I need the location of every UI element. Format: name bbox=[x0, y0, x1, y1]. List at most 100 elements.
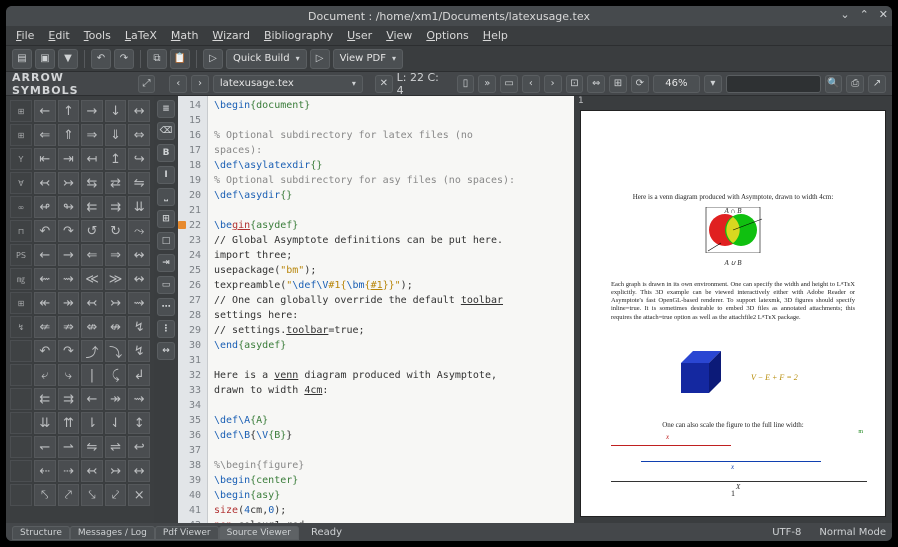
arrow-symbol-10-3[interactable]: ⤴ bbox=[81, 340, 103, 362]
arrow-symbol-13-4[interactable]: ⇃ bbox=[105, 412, 127, 434]
code-content[interactable]: \begin{document} % Optional subdirectory… bbox=[208, 96, 574, 523]
arrow-symbol-4-4[interactable]: ⇉ bbox=[105, 196, 127, 218]
arrow-symbol-12-5[interactable]: ⇝ bbox=[128, 388, 150, 410]
arrow-symbol-3-2[interactable]: ↣ bbox=[58, 172, 80, 194]
palette-category-15[interactable] bbox=[10, 460, 32, 482]
status-tab-messages-log[interactable]: Messages / Log bbox=[70, 526, 155, 540]
arrow-symbol-7-4[interactable]: ≫ bbox=[105, 268, 127, 290]
palette-category-11[interactable] bbox=[10, 364, 32, 386]
arrow-symbol-0-5[interactable]: ↔ bbox=[128, 100, 150, 122]
palette-category-13[interactable] bbox=[10, 412, 32, 434]
arrow-symbol-13-2[interactable]: ⇈ bbox=[58, 412, 80, 434]
quick-insert-0[interactable]: ≡ bbox=[157, 100, 175, 118]
arrow-symbol-0-1[interactable]: ← bbox=[34, 100, 56, 122]
arrow-symbol-0-2[interactable]: ↑ bbox=[58, 100, 80, 122]
preview-page-button[interactable]: ▭ bbox=[500, 75, 518, 93]
menu-tools[interactable]: Tools bbox=[84, 29, 111, 42]
arrow-symbol-16-2[interactable]: ⤤ bbox=[58, 484, 80, 506]
palette-category-6[interactable]: PS bbox=[10, 244, 32, 266]
quick-insert-1[interactable]: ⌫ bbox=[157, 122, 175, 140]
menu-bibliography[interactable]: Bibliography bbox=[264, 29, 333, 42]
arrow-symbol-9-4[interactable]: ↮ bbox=[105, 316, 127, 338]
arrow-symbol-13-1[interactable]: ⇊ bbox=[34, 412, 56, 434]
quick-insert-2[interactable]: B bbox=[157, 144, 175, 162]
arrow-symbol-4-3[interactable]: ⇇ bbox=[81, 196, 103, 218]
arrow-symbol-1-3[interactable]: ⇒ bbox=[81, 124, 103, 146]
palette-category-8[interactable]: ⊞ bbox=[10, 292, 32, 314]
quick-insert-11[interactable]: ↔ bbox=[157, 342, 175, 360]
menu-help[interactable]: Help bbox=[483, 29, 508, 42]
zoom-fit-button[interactable]: ⊡ bbox=[566, 75, 584, 93]
arrow-symbol-6-5[interactable]: ↭ bbox=[128, 244, 150, 266]
close-button[interactable]: ✕ bbox=[879, 8, 888, 21]
arrow-symbol-11-5[interactable]: ↲ bbox=[128, 364, 150, 386]
arrow-symbol-14-1[interactable]: ↽ bbox=[34, 436, 56, 458]
palette-category-5[interactable]: ⊓ bbox=[10, 220, 32, 242]
arrow-symbol-7-1[interactable]: ⇜ bbox=[34, 268, 56, 290]
open-file-button[interactable]: ▣ bbox=[35, 49, 55, 69]
menu-math[interactable]: Math bbox=[171, 29, 199, 42]
minimize-button[interactable]: ⌄ bbox=[840, 8, 849, 21]
menu-edit[interactable]: Edit bbox=[48, 29, 69, 42]
arrow-symbol-7-3[interactable]: ≪ bbox=[81, 268, 103, 290]
palette-category-9[interactable]: ↯ bbox=[10, 316, 32, 338]
arrow-symbol-4-5[interactable]: ⇊ bbox=[128, 196, 150, 218]
sync-button[interactable]: ⟳ bbox=[631, 75, 649, 93]
quick-insert-6[interactable]: □ bbox=[157, 232, 175, 250]
menu-user[interactable]: User bbox=[347, 29, 372, 42]
arrow-symbol-4-2[interactable]: ↬ bbox=[58, 196, 80, 218]
arrow-symbol-16-1[interactable]: ⤣ bbox=[34, 484, 56, 506]
palette-category-3[interactable]: ∀ bbox=[10, 172, 32, 194]
arrow-symbol-12-3[interactable]: ← bbox=[81, 388, 103, 410]
zoom-level[interactable]: 46% bbox=[653, 75, 700, 93]
quick-insert-8[interactable]: ▭ bbox=[157, 276, 175, 294]
menu-options[interactable]: Options bbox=[426, 29, 468, 42]
redo-button[interactable]: ↷ bbox=[114, 49, 134, 69]
nav-back-button[interactable]: ‹ bbox=[169, 75, 187, 93]
arrow-symbol-1-4[interactable]: ⇓ bbox=[105, 124, 127, 146]
arrow-symbol-15-2[interactable]: ⇢ bbox=[58, 460, 80, 482]
arrow-symbol-2-5[interactable]: ↪ bbox=[128, 148, 150, 170]
arrow-symbol-11-3[interactable]: | bbox=[81, 364, 103, 386]
arrow-symbol-2-4[interactable]: ↥ bbox=[105, 148, 127, 170]
arrow-symbol-3-4[interactable]: ⇄ bbox=[105, 172, 127, 194]
arrow-symbol-16-5[interactable]: × bbox=[128, 484, 150, 506]
palette-category-4[interactable]: ∞ bbox=[10, 196, 32, 218]
quick-insert-10[interactable]: ⋮ bbox=[157, 320, 175, 338]
arrow-symbol-1-1[interactable]: ⇐ bbox=[34, 124, 56, 146]
preview-page[interactable]: Here is a venn diagram produced with Asy… bbox=[580, 110, 886, 517]
arrow-symbol-14-2[interactable]: ⇀ bbox=[58, 436, 80, 458]
arrow-symbol-2-3[interactable]: ↤ bbox=[81, 148, 103, 170]
run-button[interactable]: ▷ bbox=[203, 49, 223, 69]
quick-insert-4[interactable]: ⎵ bbox=[157, 188, 175, 206]
arrow-symbol-6-2[interactable]: → bbox=[58, 244, 80, 266]
arrow-symbol-8-3[interactable]: ↢ bbox=[81, 292, 103, 314]
nav-fwd-button[interactable]: › bbox=[191, 75, 209, 93]
arrow-symbol-3-1[interactable]: ↢ bbox=[34, 172, 56, 194]
maximize-button[interactable]: ⌃ bbox=[860, 8, 869, 21]
quick-insert-7[interactable]: ⇥ bbox=[157, 254, 175, 272]
palette-category-12[interactable] bbox=[10, 388, 32, 410]
new-file-button[interactable]: ▤ bbox=[12, 49, 32, 69]
zoom-dropdown-icon[interactable]: ▾ bbox=[704, 75, 722, 93]
arrow-symbol-5-5[interactable]: ⤳ bbox=[128, 220, 150, 242]
arrow-symbol-6-1[interactable]: ← bbox=[34, 244, 56, 266]
arrow-symbol-12-2[interactable]: ⇉ bbox=[58, 388, 80, 410]
arrow-symbol-3-5[interactable]: ⇋ bbox=[128, 172, 150, 194]
arrow-symbol-9-5[interactable]: ↯ bbox=[128, 316, 150, 338]
view-run-button[interactable]: ▷ bbox=[310, 49, 330, 69]
arrow-symbol-3-3[interactable]: ⇆ bbox=[81, 172, 103, 194]
zoom-out-button[interactable]: ‹ bbox=[522, 75, 540, 93]
preview-continuous-button[interactable]: » bbox=[478, 75, 496, 93]
palette-category-16[interactable] bbox=[10, 484, 32, 506]
arrow-symbol-8-4[interactable]: ↣ bbox=[105, 292, 127, 314]
arrow-symbol-11-1[interactable]: ⤶ bbox=[34, 364, 56, 386]
arrow-symbol-13-5[interactable]: ↕ bbox=[128, 412, 150, 434]
undo-button[interactable]: ↶ bbox=[91, 49, 111, 69]
arrow-symbol-15-4[interactable]: ↣ bbox=[105, 460, 127, 482]
arrow-symbol-8-5[interactable]: ⇝ bbox=[128, 292, 150, 314]
arrow-symbol-10-4[interactable]: ⤵ bbox=[105, 340, 127, 362]
arrow-symbol-5-2[interactable]: ↷ bbox=[58, 220, 80, 242]
arrow-symbol-14-5[interactable]: ↩ bbox=[128, 436, 150, 458]
code-editor[interactable]: 1415161718192021222324252627282930313233… bbox=[178, 96, 574, 523]
